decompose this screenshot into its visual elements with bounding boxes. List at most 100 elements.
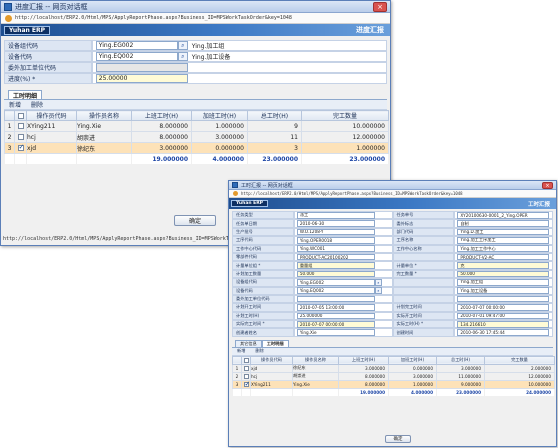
tab-hours-detail[interactable]: 工时明细 — [261, 339, 289, 347]
col-header[interactable]: 总工时(H) — [436, 355, 485, 365]
add-button[interactable]: 新增 — [4, 100, 26, 109]
search-icon[interactable]: ⌕ — [374, 287, 382, 295]
regular-hours[interactable]: 8.000000 — [131, 131, 192, 143]
completed-qty[interactable]: 2.000000 — [484, 363, 555, 373]
field-value-input[interactable]: Ying.加工组 — [457, 279, 550, 286]
ok-button[interactable]: 确定 — [174, 215, 216, 226]
total-hours[interactable]: 9.000000 — [436, 379, 485, 389]
row-checkbox[interactable] — [241, 363, 251, 373]
delete-button[interactable]: 删除 — [26, 100, 48, 109]
regular-hours[interactable]: 8.000000 — [338, 371, 389, 381]
operator-name[interactable]: 徐纪东 — [292, 363, 339, 373]
search-icon[interactable]: ⌕ — [177, 41, 188, 50]
field-value-input[interactable]: PRODUCT-V2-AC — [457, 253, 550, 261]
overtime-hours[interactable]: 0.000000 — [191, 142, 248, 154]
col-header[interactable]: 加班工时(H) — [191, 110, 248, 121]
col-header[interactable]: 上班工时(H) — [338, 355, 389, 365]
col-header[interactable]: 上班工时(H) — [131, 110, 192, 121]
overtime-hours[interactable]: 0.000000 — [388, 363, 437, 373]
field-value-input[interactable]: 2010-07-05 13:00:00 — [296, 304, 375, 311]
regular-hours[interactable]: 3.000000 — [131, 142, 192, 154]
field-value-input[interactable]: 自制 — [457, 220, 550, 227]
field-value-input[interactable]: 重量组 — [296, 262, 375, 269]
operator-code[interactable]: XYing211 — [26, 120, 77, 132]
operator-code[interactable]: XYing211 — [250, 379, 293, 389]
field-value-input[interactable]: Ying.加工工作中心 — [457, 245, 550, 253]
field-value-input[interactable]: 50.000 — [457, 270, 550, 278]
total-hours[interactable]: 3.000000 — [436, 363, 485, 373]
field-value-input[interactable]: Ying.WC001 — [296, 245, 375, 253]
field-value-input[interactable]: Ying.D.加工 — [457, 228, 550, 236]
row-checkbox[interactable] — [241, 371, 251, 381]
field-value-input[interactable]: 25.000000 — [296, 312, 375, 320]
select-all-checkbox[interactable] — [14, 110, 27, 121]
field-value-input[interactable]: PRODUCT-AC20100202 — [296, 253, 375, 261]
col-header[interactable]: 完工数量 — [301, 110, 389, 121]
equipment-input[interactable]: Ying.EQ002 — [95, 52, 178, 61]
close-button[interactable]: × — [373, 1, 387, 12]
row-checkbox[interactable] — [14, 120, 27, 132]
row-checkbox[interactable] — [14, 142, 27, 154]
completed-qty[interactable]: 1.000000 — [301, 142, 389, 154]
total-hours[interactable]: 9 — [247, 120, 302, 132]
col-header[interactable]: 完工数量 — [484, 355, 555, 365]
dialog-titlebar[interactable]: 工时汇报 -- 网页对话框 × — [229, 181, 556, 190]
col-header[interactable]: 操作员代码 — [26, 110, 77, 121]
overtime-hours[interactable]: 3.000000 — [191, 131, 248, 143]
overtime-hours[interactable]: 1.000000 — [191, 120, 248, 132]
field-value-input[interactable] — [457, 295, 550, 303]
row-checkbox[interactable] — [14, 131, 27, 143]
progress-input[interactable]: 25.00000 — [95, 74, 188, 83]
field-value-input[interactable]: XY20100630-0001_2_Ying.OPER — [457, 211, 550, 219]
operator-name[interactable]: 胡崇进 — [292, 371, 339, 381]
completed-qty[interactable]: 10.000000 — [484, 379, 555, 389]
regular-hours[interactable]: 8.000000 — [338, 379, 389, 389]
table-row[interactable]: 2 hcj 胡崇进 8.000000 3.000000 11 12.000000 — [4, 131, 389, 143]
field-value-input[interactable]: Ying.EG002 — [296, 279, 375, 286]
field-value-input[interactable]: 134.216610 — [457, 320, 550, 328]
operator-code[interactable]: xjd — [250, 363, 293, 373]
field-value-input[interactable]: 克 — [457, 262, 550, 269]
table-row[interactable]: 1 xjd 徐纪东 3.000000 0.000000 3.000000 2.0… — [232, 363, 555, 373]
col-header[interactable]: 操作员名称 — [76, 110, 132, 121]
total-hours[interactable]: 11.000000 — [436, 371, 485, 381]
col-header[interactable]: 总工时(H) — [247, 110, 302, 121]
col-header[interactable]: 加班工时(H) — [388, 355, 437, 365]
field-value-input[interactable]: 2010-07-01 09:47:00 — [457, 312, 550, 320]
total-hours[interactable]: 11 — [247, 131, 302, 143]
table-row[interactable]: 2 hcj 胡崇进 8.000000 3.000000 11.000000 12… — [232, 371, 555, 381]
table-row[interactable]: 1 XYing211 Ying.Xie 8.000000 1.000000 9 … — [4, 120, 389, 132]
field-value-input[interactable]: 派工 — [296, 211, 375, 219]
field-value-input[interactable]: 2010-07-07 00:00:00 — [457, 304, 550, 311]
field-value-input[interactable]: 2010-06-30 — [296, 220, 375, 227]
row-checkbox[interactable] — [241, 379, 251, 389]
delete-button[interactable]: 删除 — [250, 348, 268, 354]
operator-name[interactable]: 胡崇进 — [76, 131, 132, 143]
operator-code[interactable]: xjd — [26, 142, 77, 154]
overtime-hours[interactable]: 1.000000 — [388, 379, 437, 389]
total-hours[interactable]: 3 — [247, 142, 302, 154]
tab-hours-detail[interactable]: 工时明细 — [8, 90, 43, 100]
field-value-input[interactable]: Ying.Xie — [296, 329, 375, 336]
completed-qty[interactable]: 10.000000 — [301, 120, 389, 132]
table-row-selected[interactable]: 3 XYing211 Ying.Xie 8.000000 1.000000 9.… — [232, 379, 555, 389]
regular-hours[interactable]: 3.000000 — [338, 363, 389, 373]
outsource-unit-input[interactable] — [95, 63, 188, 72]
regular-hours[interactable]: 8.000000 — [131, 120, 192, 132]
operator-name[interactable]: Ying.Xie — [76, 120, 132, 132]
equipment-group-input[interactable]: Ying.EG002 — [95, 41, 178, 50]
tab-other-info[interactable]: 其它信息 — [235, 339, 262, 347]
completed-qty[interactable]: 12.000000 — [301, 131, 389, 143]
close-button[interactable]: × — [542, 181, 553, 189]
field-value-input[interactable]: Ying.EQ002 — [296, 287, 375, 295]
col-header[interactable]: 操作员代码 — [250, 355, 293, 365]
field-value-input[interactable]: 2010-07-07 00:00:00 — [296, 320, 375, 328]
completed-qty[interactable]: 12.000000 — [484, 371, 555, 381]
search-icon[interactable]: ⌕ — [177, 52, 188, 61]
overtime-hours[interactable]: 3.000000 — [388, 371, 437, 381]
ok-button[interactable]: 确定 — [385, 435, 411, 443]
operator-code[interactable]: hcj — [26, 131, 77, 143]
field-value-input[interactable]: W.O.1208-Y — [296, 228, 375, 236]
operator-code[interactable]: hcj — [250, 371, 293, 381]
field-value-input[interactable] — [296, 295, 375, 303]
